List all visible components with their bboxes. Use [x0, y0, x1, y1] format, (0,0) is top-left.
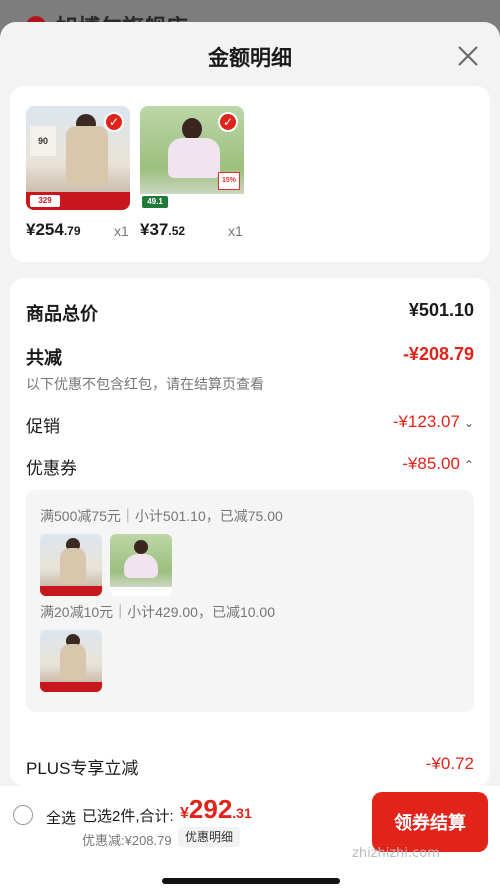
coupon-line: 满20减10元｜小计429.00，已减10.00: [40, 604, 275, 620]
product-image[interactable]: 15% 49.1 ✓: [140, 106, 244, 210]
chevron-up-icon[interactable]: ⌃: [464, 458, 474, 472]
product-item[interactable]: 90 329 ✓ ¥254.79 x1: [26, 106, 130, 239]
amount-detail-sheet: 金额明细 90 329 ✓ ¥254.79 x1 15% 49.1 ✓ ¥37.…: [0, 22, 500, 890]
checkout-button[interactable]: 领券结算: [372, 792, 488, 852]
home-indicator: [162, 878, 340, 884]
coupon-value: -¥85.00: [402, 454, 460, 473]
product-card: 90 329 ✓ ¥254.79 x1 15% 49.1 ✓ ¥37.52 x1: [10, 86, 490, 262]
product-image[interactable]: 90 329 ✓: [26, 106, 130, 210]
product-price: ¥37.52: [140, 220, 186, 239]
coupon-line: 满500减75元｜小计501.10，已减75.00: [40, 508, 283, 524]
plus-discount-row: PLUS专享立减 -¥0.72: [26, 754, 474, 778]
select-all-radio[interactable]: [13, 805, 33, 825]
watermark: zhizhizhi.com: [352, 846, 440, 861]
coupon-product-thumb: [40, 534, 102, 596]
promotion-value: -¥123.07: [392, 412, 460, 431]
selected-count: 已选2件,合计:: [82, 808, 174, 825]
total-amount: ¥292.31: [180, 794, 252, 824]
select-all-label[interactable]: 全选: [46, 807, 76, 828]
plus-discount-value: -¥0.72: [425, 754, 474, 773]
total-reduced-row: 共减 -¥208.79: [26, 344, 474, 368]
total-price-row: 商品总价 ¥501.10: [26, 300, 474, 324]
checked-icon[interactable]: ✓: [218, 112, 238, 132]
sheet-title: 金额明细: [208, 47, 292, 70]
promotion-row[interactable]: 促销 -¥123.07 ⌄: [26, 412, 474, 438]
chevron-down-icon[interactable]: ⌄: [464, 416, 474, 430]
discount-summary: 优惠减:¥208.79: [82, 833, 172, 848]
total-reduced-value: -¥208.79: [402, 344, 474, 364]
price-summary-card: 商品总价 ¥501.10 共减 -¥208.79 以下优惠不包含红包，请在结算页…: [10, 278, 490, 786]
checked-icon[interactable]: ✓: [104, 112, 124, 132]
product-price: ¥254.79: [26, 220, 81, 239]
product-item[interactable]: 15% 49.1 ✓ ¥37.52 x1: [140, 106, 244, 239]
coupon-row[interactable]: 优惠券 -¥85.00 ⌃: [26, 454, 474, 480]
total-price-value: ¥501.10: [408, 300, 474, 320]
coupon-product-thumb: [110, 534, 172, 596]
discount-note: 以下优惠不包含红包，请在结算页查看: [26, 376, 264, 392]
product-quantity: x1: [228, 223, 243, 239]
checkout-bar: 全选 已选2件,合计: ¥292.31 优惠减:¥208.79 优惠明细 领券结…: [0, 786, 500, 890]
coupon-detail-box: 满500减75元｜小计501.10，已减75.00 满20减10元｜小计429.…: [26, 490, 474, 712]
coupon-product-thumb: [40, 630, 102, 692]
product-quantity: x1: [114, 223, 129, 239]
close-icon[interactable]: [454, 42, 482, 70]
discount-detail-button[interactable]: 优惠明细: [178, 827, 241, 847]
